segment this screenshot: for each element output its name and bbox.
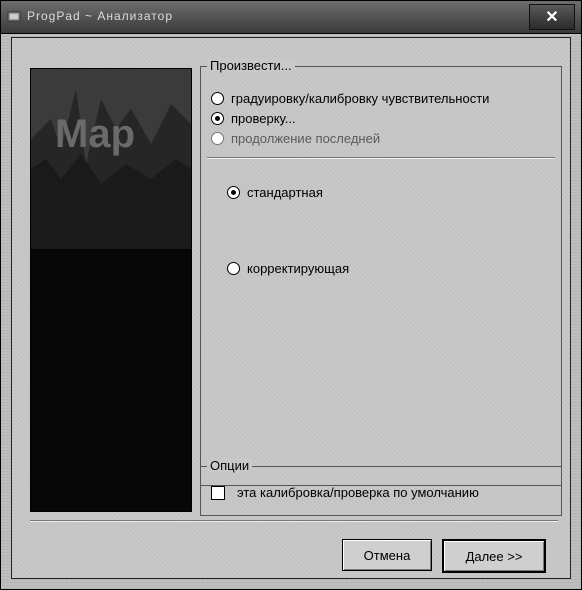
- group-separator: [207, 157, 555, 159]
- next-button[interactable]: Далее >>: [442, 539, 546, 573]
- default-checkbox[interactable]: [211, 485, 225, 500]
- radio-corrective[interactable]: корректирующая: [227, 261, 349, 276]
- title-bar[interactable]: ProgPad ~ Анализатор ✕: [1, 1, 581, 34]
- radio-calibration-indicator[interactable]: [211, 92, 224, 105]
- radio-standard[interactable]: стандартная: [227, 185, 323, 200]
- radio-continue: продолжение последней: [211, 131, 380, 146]
- wizard-window: ProgPad ~ Анализатор ✕ Map Произвести...…: [0, 0, 582, 590]
- radio-continue-label: продолжение последней: [231, 131, 381, 146]
- radio-check-label: проверку...: [231, 111, 296, 126]
- footer-separator: [30, 520, 558, 522]
- cancel-button[interactable]: Отмена: [342, 539, 432, 571]
- wizard-body: Map Произвести... градуировку/калибровку…: [11, 37, 571, 579]
- wizard-banner-image: Map: [30, 68, 192, 512]
- produce-group: Произвести... градуировку/калибровку чув…: [200, 58, 562, 486]
- radio-calibration-label: градуировку/калибровку чувствительности: [231, 91, 490, 106]
- radio-calibration[interactable]: градуировку/калибровку чувствительности: [211, 91, 489, 106]
- options-group: Опции эта калибровка/проверка по умолчан…: [200, 458, 562, 516]
- options-group-label: Опции: [207, 458, 253, 473]
- close-icon: ✕: [545, 9, 559, 26]
- radio-continue-indicator: [211, 132, 224, 145]
- default-checkbox-label: эта калибровка/проверка по умолчанию: [237, 485, 479, 500]
- radio-check-indicator[interactable]: [211, 112, 224, 125]
- close-button[interactable]: ✕: [529, 4, 575, 30]
- radio-check[interactable]: проверку...: [211, 111, 296, 126]
- banner-graphic: Map: [31, 69, 191, 511]
- window-title: ProgPad ~ Анализатор: [27, 9, 174, 23]
- radio-corrective-label: корректирующая: [247, 261, 350, 276]
- radio-corrective-indicator[interactable]: [227, 262, 240, 275]
- banner-logo-text: Map: [55, 112, 135, 156]
- produce-group-label: Произвести...: [207, 58, 295, 73]
- radio-standard-indicator[interactable]: [227, 186, 240, 199]
- default-checkbox-row[interactable]: эта калибровка/проверка по умолчанию: [211, 485, 479, 500]
- radio-standard-label: стандартная: [247, 185, 323, 200]
- app-icon: [7, 11, 21, 22]
